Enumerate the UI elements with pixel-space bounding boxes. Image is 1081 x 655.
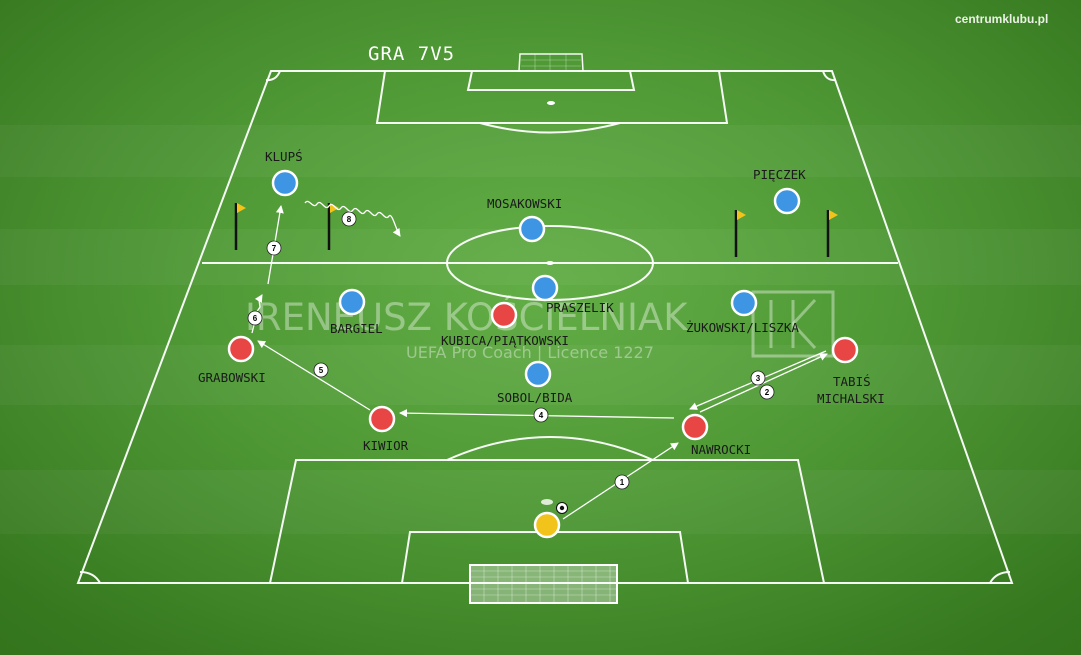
player-sobol [524, 360, 552, 388]
step-1: 1 [614, 474, 630, 490]
bottom-goal [469, 564, 618, 604]
player-bargiel [338, 288, 366, 316]
top-penalty-spot [547, 101, 555, 105]
player-tabis [831, 336, 859, 364]
player-zukowski [730, 289, 758, 317]
step-6: 6 [247, 310, 263, 326]
svg-text:1: 1 [620, 478, 625, 487]
svg-text:2: 2 [765, 388, 770, 397]
label-klups: KLUPŚ [265, 149, 303, 164]
player-goalkeeper [533, 511, 561, 539]
label-tabis: TABIŚ [833, 374, 871, 389]
player-praszelik [531, 274, 559, 302]
player-nawrocki [681, 413, 709, 441]
label-grabowski: GRABOWSKI [198, 370, 266, 385]
player-pieczek [773, 187, 801, 215]
label-sobol: SOBOL/BIDA [497, 390, 573, 405]
svg-text:8: 8 [347, 215, 352, 224]
label-bargiel: BARGIEL [330, 321, 383, 336]
drill-diagram: IRENEUSZ KOŚCIELNIAK UEFA Pro Coach | Li… [0, 0, 1081, 655]
step-4: 4 [533, 407, 549, 423]
svg-text:7: 7 [272, 244, 277, 253]
player-mosakowski [518, 215, 546, 243]
label-kubica: KUBICA/PIĄTKOWSKI [441, 333, 569, 348]
site-url: centrumklubu.pl [955, 12, 1048, 26]
step-5: 5 [313, 362, 329, 378]
svg-text:5: 5 [319, 366, 324, 375]
player-grabowski [227, 335, 255, 363]
label-kiwior: KIWIOR [363, 438, 409, 453]
svg-text:4: 4 [539, 411, 544, 420]
label-michalski: MICHALSKI [817, 391, 885, 406]
label-pieczek: PIĘCZEK [753, 167, 806, 182]
center-spot [546, 261, 554, 265]
player-kiwior [368, 405, 396, 433]
drill-title: GRA 7V5 [368, 43, 455, 65]
label-mosakowski: MOSAKOWSKI [487, 196, 562, 211]
step-8: 8 [341, 211, 357, 227]
label-praszelik: PRASZELIK [546, 300, 614, 315]
svg-text:6: 6 [253, 314, 258, 323]
step-2: 2 [759, 384, 775, 400]
player-kubica [490, 301, 518, 329]
player-klups [271, 169, 299, 197]
step-7: 7 [266, 240, 282, 256]
label-zukowski: ŻUKOWSKI/LISZKA [686, 320, 799, 335]
label-nawrocki: NAWROCKI [691, 442, 751, 457]
svg-text:3: 3 [756, 374, 761, 383]
pitch-svg: IRENEUSZ KOŚCIELNIAK UEFA Pro Coach | Li… [0, 0, 1081, 655]
step-3: 3 [750, 370, 766, 386]
